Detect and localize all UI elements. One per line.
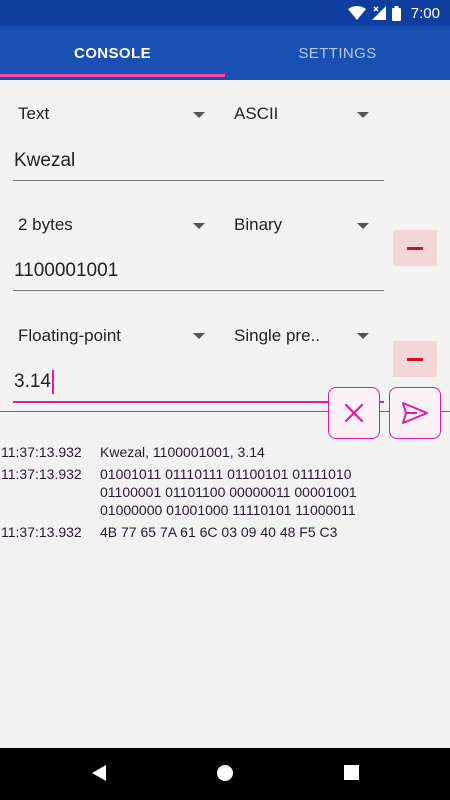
value-text: Kwezal bbox=[14, 149, 76, 171]
send-icon bbox=[402, 402, 428, 424]
encoding-spinner-label: Binary bbox=[234, 215, 283, 234]
signal-icon bbox=[371, 6, 386, 20]
chevron-down-icon bbox=[357, 223, 369, 229]
encoding-spinner-3[interactable]: Single pre.. bbox=[234, 321, 320, 351]
log-timestamp: 11:37:13.932 bbox=[1, 444, 82, 460]
log-entry: 11:37:13.932 01001011 01110111 01100101 … bbox=[0, 465, 450, 519]
log-message: Kwezal, 1100001001, 3.14 bbox=[100, 444, 265, 460]
wifi-icon bbox=[347, 6, 366, 20]
encoding-spinner-2[interactable]: Binary bbox=[234, 210, 282, 240]
text-cursor bbox=[51, 370, 54, 394]
type-spinner-1[interactable]: Text bbox=[18, 99, 49, 129]
log-timestamp: 11:37:13.932 bbox=[1, 524, 82, 540]
send-button[interactable] bbox=[389, 387, 441, 439]
battery-icon bbox=[391, 5, 401, 21]
close-icon bbox=[344, 403, 364, 423]
log-timestamp: 11:37:13.932 bbox=[1, 466, 82, 482]
status-bar: 7:00 bbox=[0, 0, 450, 26]
encoding-spinner-label: Single pre.. bbox=[234, 326, 320, 345]
type-spinner-label: Text bbox=[18, 104, 50, 123]
encoding-spinner-1[interactable]: ASCII bbox=[234, 99, 278, 129]
log-entry: 11:37:13.932 4B 77 65 7A 61 6C 03 09 40 … bbox=[0, 523, 450, 541]
remove-row-button[interactable] bbox=[393, 230, 437, 266]
type-spinner-label: Floating-point bbox=[18, 326, 122, 345]
clear-button[interactable] bbox=[328, 387, 380, 439]
type-spinner-2[interactable]: 2 bytes bbox=[18, 210, 73, 240]
home-icon[interactable] bbox=[216, 764, 234, 782]
recents-icon[interactable] bbox=[343, 764, 360, 781]
value-field-1[interactable]: Kwezal bbox=[13, 141, 384, 181]
chevron-down-icon bbox=[193, 223, 205, 229]
chevron-down-icon bbox=[357, 112, 369, 118]
tab-settings[interactable]: SETTINGS bbox=[225, 26, 450, 80]
log-message: 4B 77 65 7A 61 6C 03 09 40 48 F5 C3 bbox=[100, 524, 338, 540]
tab-console[interactable]: CONSOLE bbox=[0, 26, 225, 80]
tab-indicator bbox=[0, 74, 225, 77]
chevron-down-icon bbox=[193, 112, 205, 118]
value-text: 3.14 bbox=[14, 371, 51, 392]
type-spinner-label: 2 bytes bbox=[18, 215, 73, 234]
type-spinner-3[interactable]: Floating-point bbox=[18, 321, 121, 351]
minus-icon bbox=[407, 246, 423, 250]
encoding-spinner-label: ASCII bbox=[234, 104, 279, 123]
minus-icon bbox=[407, 357, 423, 361]
divider bbox=[0, 411, 450, 412]
chevron-down-icon bbox=[357, 333, 369, 339]
navigation-bar bbox=[0, 748, 450, 800]
status-time: 7:00 bbox=[410, 4, 440, 22]
chevron-down-icon bbox=[193, 333, 205, 339]
console-output: 11:37:13.932 Kwezal, 1100001001, 3.14 11… bbox=[0, 443, 450, 545]
value-field-2[interactable]: 1100001001 bbox=[13, 251, 384, 291]
log-entry: 11:37:13.932 Kwezal, 1100001001, 3.14 bbox=[0, 443, 450, 461]
remove-row-button[interactable] bbox=[393, 341, 437, 377]
status-icons: 7:00 bbox=[347, 4, 440, 22]
log-message: 01001011 01110111 01100101 01111010 0110… bbox=[100, 466, 357, 518]
tab-bar: CONSOLE SETTINGS bbox=[0, 26, 450, 80]
value-text: 1100001001 bbox=[14, 259, 119, 281]
back-icon[interactable] bbox=[90, 764, 108, 782]
